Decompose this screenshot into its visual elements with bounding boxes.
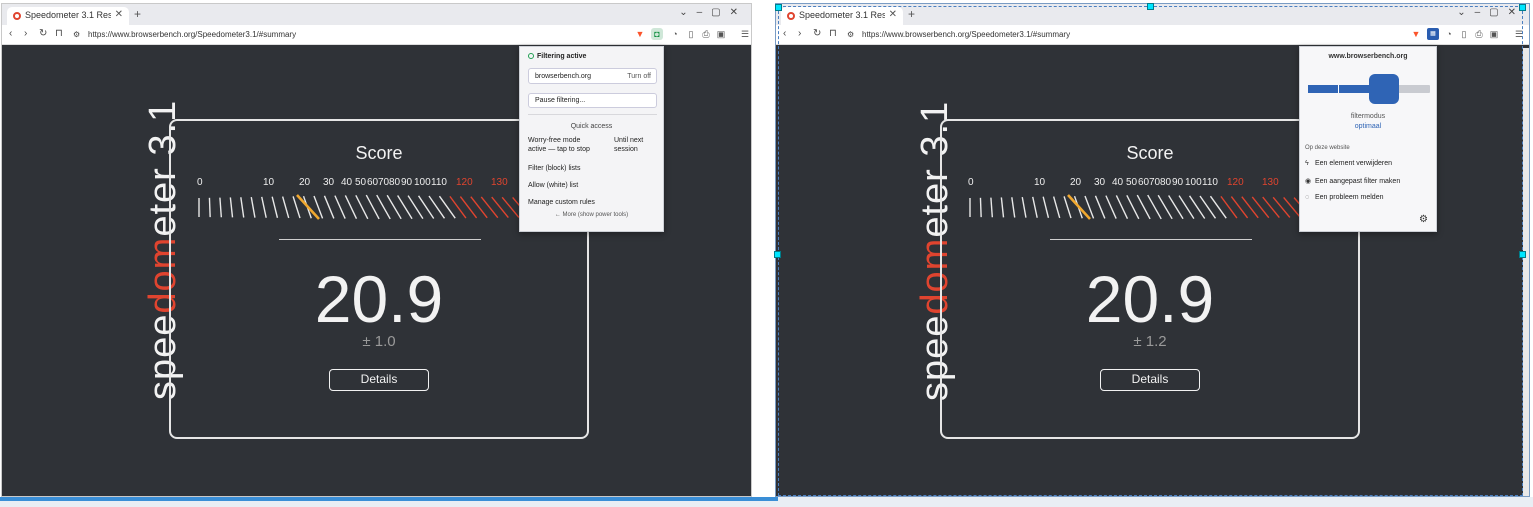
back-icon[interactable]: ‹ xyxy=(9,28,12,39)
gauge-tick xyxy=(208,197,211,218)
power-icon[interactable] xyxy=(528,53,534,59)
desktop: Speedometer 3.1 Results ✕ + ⌄–▢✕ ‹ › ↻ ⊓… xyxy=(0,0,1533,507)
forward-icon[interactable]: › xyxy=(24,28,27,39)
taskbar-highlight xyxy=(0,497,778,501)
gauge-tick xyxy=(271,196,279,219)
gauge-tick xyxy=(261,196,267,218)
browser-window-left: Speedometer 3.1 Results ✕ + ⌄–▢✕ ‹ › ↻ ⊓… xyxy=(1,3,752,497)
gauge-tick-label: 80 xyxy=(389,177,401,188)
resize-handle[interactable] xyxy=(1147,3,1154,10)
window-controls[interactable]: ⌄–▢✕ xyxy=(679,7,747,18)
popup-divider xyxy=(528,114,657,115)
resize-handle[interactable] xyxy=(774,251,781,258)
brave-lion-icon[interactable]: ▼ xyxy=(634,28,646,40)
filter-lists-link[interactable]: Filter (block) lists xyxy=(528,165,581,172)
details-button[interactable]: Details xyxy=(329,369,429,391)
allow-list-link[interactable]: Allow (white) list xyxy=(528,182,578,189)
gauge: 0102030405060708090100110120130140 xyxy=(197,177,562,220)
bookmark-icon[interactable]: ⊓ xyxy=(55,28,63,39)
site-row: browserbench.org Turn off xyxy=(528,68,657,84)
ublock-popup: Filtering active browserbench.org Turn o… xyxy=(519,46,664,232)
gauge-tick-label: 100 xyxy=(414,177,431,188)
gauge-tick xyxy=(250,196,256,218)
speedometer-favicon-icon xyxy=(13,12,21,20)
gauge-tick xyxy=(480,196,499,219)
score-value: 20.9 xyxy=(314,262,444,336)
tab-strip: Speedometer 3.1 Results ✕ + ⌄–▢✕ xyxy=(2,4,751,25)
gauge-tick-label: 50 xyxy=(355,177,367,188)
menu-icon[interactable]: ☰ xyxy=(739,28,751,40)
sidebar-icon[interactable]: ▯ xyxy=(685,28,697,40)
gauge-tick xyxy=(219,197,223,218)
navigation-bar: ‹ › ↻ ⊓ ⚙ https://www.browserbench.org/S… xyxy=(2,25,751,45)
gauge-tick xyxy=(323,195,335,219)
gauge-tick xyxy=(355,194,369,220)
gauge-tick xyxy=(491,196,509,219)
gauge-tick-label: 20 xyxy=(299,177,311,188)
new-tab-icon[interactable]: + xyxy=(134,7,141,21)
tab-title: Speedometer 3.1 Results xyxy=(25,10,111,20)
shield-icon[interactable]: ◘ xyxy=(651,28,663,40)
extension-icon[interactable]: ◔ xyxy=(669,28,681,40)
worry-free-toggle[interactable]: Worry-free mode active — tap to stop xyxy=(528,136,590,154)
gauge-tick-label: 0 xyxy=(197,177,203,188)
gauge-tick-label: 30 xyxy=(323,177,335,188)
score-confidence: ± 1.0 xyxy=(362,333,396,350)
gauge-tick-label: 60 xyxy=(367,177,379,188)
gauge-tick xyxy=(334,195,346,219)
until-next-session[interactable]: Until next session xyxy=(614,136,659,154)
gauge-tick xyxy=(292,196,301,219)
gauge-tick-label: 130 xyxy=(491,177,508,188)
site-domain: browserbench.org xyxy=(535,73,592,80)
gauge-tick xyxy=(365,194,380,220)
gauge-tick-label: 90 xyxy=(401,177,413,188)
gauge-tick xyxy=(501,196,520,218)
turn-off-toggle[interactable]: Turn off xyxy=(627,73,651,80)
scrollbar[interactable] xyxy=(1523,48,1529,496)
custom-rules-link[interactable]: Manage custom rules xyxy=(528,199,595,206)
taskbar xyxy=(0,497,1533,507)
tab-speedometer[interactable]: Speedometer 3.1 Results ✕ xyxy=(7,7,129,25)
gauge-tick xyxy=(281,196,290,219)
reload-icon[interactable]: ↻ xyxy=(39,28,47,39)
gauge-tick-label: 40 xyxy=(341,177,353,188)
gauge-tick-label: 120 xyxy=(456,177,473,188)
resize-handle[interactable] xyxy=(1519,4,1526,11)
gauge-tick xyxy=(240,197,245,218)
gauge-tick xyxy=(229,197,234,218)
quick-access-heading: Quick access xyxy=(570,123,613,130)
filter-status: Filtering active xyxy=(528,53,586,60)
site-info-icon[interactable]: ⚙ xyxy=(73,30,80,39)
gauge-divider xyxy=(279,239,481,240)
selection-frame xyxy=(778,6,1523,496)
gauge-tick-label: 70 xyxy=(378,177,390,188)
tab-close-icon[interactable]: ✕ xyxy=(115,9,123,20)
resize-handle[interactable] xyxy=(775,4,782,11)
resize-handle[interactable] xyxy=(1519,251,1526,258)
screenshot-icon[interactable]: ▣ xyxy=(715,28,727,40)
gauge-tick xyxy=(376,194,391,220)
gauge-tick-label: 110 xyxy=(431,177,447,188)
address-bar[interactable]: https://www.browserbench.org/Speedometer… xyxy=(88,30,296,39)
gauge-tick xyxy=(344,195,358,219)
print-icon[interactable]: ⎙ xyxy=(700,28,712,40)
more-tools-link[interactable]: ← More (show power tools) xyxy=(520,212,663,218)
gauge-tick-label: 10 xyxy=(263,177,275,188)
pause-filtering-button[interactable]: Pause filtering... xyxy=(528,93,657,108)
